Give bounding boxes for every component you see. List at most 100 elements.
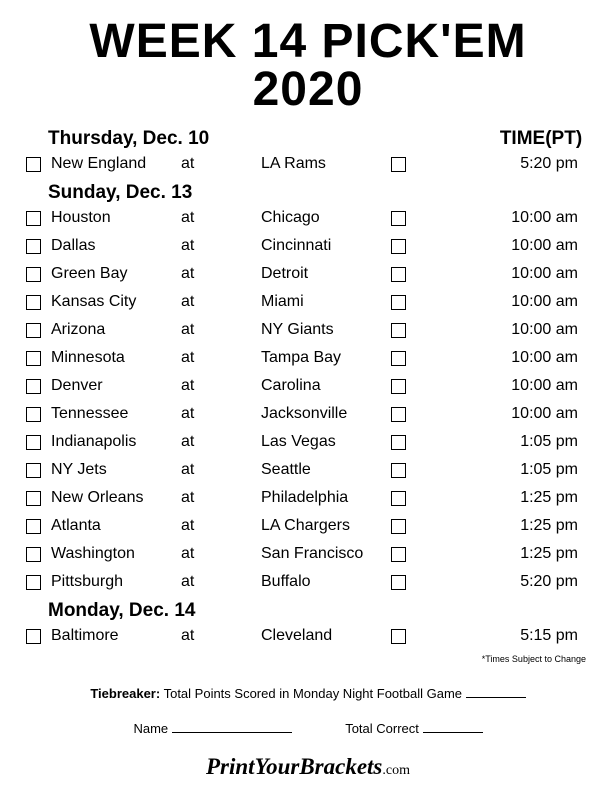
away-pick-checkbox[interactable] bbox=[26, 267, 41, 282]
home-team: NY Giants bbox=[261, 321, 391, 339]
away-pick-checkbox[interactable] bbox=[26, 351, 41, 366]
home-pick-checkbox[interactable] bbox=[391, 239, 406, 254]
home-team: Miami bbox=[261, 293, 391, 311]
away-pick-checkbox[interactable] bbox=[26, 491, 41, 506]
home-pick-checkbox[interactable] bbox=[391, 407, 406, 422]
title-line-1: WEEK 14 PICK'EM bbox=[20, 18, 596, 66]
away-team: New England bbox=[51, 155, 181, 173]
away-pick-checkbox[interactable] bbox=[26, 157, 41, 172]
home-team: Detroit bbox=[261, 265, 391, 283]
away-team: Dallas bbox=[51, 237, 181, 255]
at-label: at bbox=[181, 293, 261, 311]
footer-bold: PrintYourBrackets bbox=[206, 754, 382, 779]
name-input-line[interactable] bbox=[172, 732, 292, 733]
game-row: TennesseeatJacksonville10:00 am bbox=[20, 400, 596, 428]
at-label: at bbox=[181, 155, 261, 173]
time-heading: TIME(PT) bbox=[486, 128, 596, 150]
away-team: Washington bbox=[51, 545, 181, 563]
game-row: DallasatCincinnati10:00 am bbox=[20, 232, 596, 260]
game-time: 1:25 pm bbox=[486, 489, 596, 507]
game-time: 1:05 pm bbox=[486, 461, 596, 479]
home-pick-checkbox[interactable] bbox=[391, 323, 406, 338]
away-pick-checkbox[interactable] bbox=[26, 629, 41, 644]
away-team: Baltimore bbox=[51, 627, 181, 645]
away-pick-checkbox[interactable] bbox=[26, 239, 41, 254]
away-team: Denver bbox=[51, 377, 181, 395]
home-pick-checkbox[interactable] bbox=[391, 519, 406, 534]
away-team: Houston bbox=[51, 209, 181, 227]
game-time: 1:05 pm bbox=[486, 433, 596, 451]
home-pick-checkbox[interactable] bbox=[391, 491, 406, 506]
away-team: Pittsburgh bbox=[51, 573, 181, 591]
away-pick-checkbox[interactable] bbox=[26, 211, 41, 226]
at-label: at bbox=[181, 237, 261, 255]
away-pick-checkbox[interactable] bbox=[26, 295, 41, 310]
game-row: Green BayatDetroit10:00 am bbox=[20, 260, 596, 288]
tiebreaker-row: Tiebreaker: Total Points Scored in Monda… bbox=[20, 686, 596, 701]
home-pick-checkbox[interactable] bbox=[391, 435, 406, 450]
away-pick-checkbox[interactable] bbox=[26, 519, 41, 534]
home-team: Tampa Bay bbox=[261, 349, 391, 367]
home-pick-checkbox[interactable] bbox=[391, 379, 406, 394]
name-correct-row: Name Total Correct bbox=[20, 721, 596, 736]
name-label: Name bbox=[133, 721, 168, 736]
away-pick-checkbox[interactable] bbox=[26, 323, 41, 338]
at-label: at bbox=[181, 377, 261, 395]
away-team: New Orleans bbox=[51, 489, 181, 507]
game-row: AtlantaatLA Chargers1:25 pm bbox=[20, 512, 596, 540]
at-label: at bbox=[181, 573, 261, 591]
away-pick-checkbox[interactable] bbox=[26, 379, 41, 394]
footer-com: .com bbox=[382, 763, 410, 778]
game-time: 10:00 am bbox=[486, 321, 596, 339]
away-pick-checkbox[interactable] bbox=[26, 575, 41, 590]
home-team: Buffalo bbox=[261, 573, 391, 591]
game-row: NY JetsatSeattle1:05 pm bbox=[20, 456, 596, 484]
game-row: DenveratCarolina10:00 am bbox=[20, 372, 596, 400]
away-team: Kansas City bbox=[51, 293, 181, 311]
away-pick-checkbox[interactable] bbox=[26, 435, 41, 450]
game-time: 1:25 pm bbox=[486, 545, 596, 563]
home-pick-checkbox[interactable] bbox=[391, 157, 406, 172]
game-row: MinnesotaatTampa Bay10:00 am bbox=[20, 344, 596, 372]
game-time: 5:15 pm bbox=[486, 627, 596, 645]
home-pick-checkbox[interactable] bbox=[391, 267, 406, 282]
home-pick-checkbox[interactable] bbox=[391, 351, 406, 366]
home-team: Philadelphia bbox=[261, 489, 391, 507]
away-team: Atlanta bbox=[51, 517, 181, 535]
home-team: LA Rams bbox=[261, 155, 391, 173]
at-label: at bbox=[181, 627, 261, 645]
home-pick-checkbox[interactable] bbox=[391, 211, 406, 226]
title-line-2: 2020 bbox=[20, 66, 596, 114]
total-correct-input-line[interactable] bbox=[423, 732, 483, 733]
game-row: New OrleansatPhiladelphia 1:25 pm bbox=[20, 484, 596, 512]
home-pick-checkbox[interactable] bbox=[391, 463, 406, 478]
home-pick-checkbox[interactable] bbox=[391, 575, 406, 590]
home-pick-checkbox[interactable] bbox=[391, 295, 406, 310]
page-title: WEEK 14 PICK'EM 2020 bbox=[20, 18, 596, 114]
game-row: PittsburghatBuffalo 5:20 pm bbox=[20, 568, 596, 596]
game-row: New EnglandatLA Rams 5:20 pm bbox=[20, 150, 596, 178]
away-pick-checkbox[interactable] bbox=[26, 407, 41, 422]
game-time: 5:20 pm bbox=[486, 155, 596, 173]
home-pick-checkbox[interactable] bbox=[391, 629, 406, 644]
home-pick-checkbox[interactable] bbox=[391, 547, 406, 562]
at-label: at bbox=[181, 349, 261, 367]
game-row: Kansas CityatMiami10:00 am bbox=[20, 288, 596, 316]
home-team: Chicago bbox=[261, 209, 391, 227]
away-pick-checkbox[interactable] bbox=[26, 547, 41, 562]
at-label: at bbox=[181, 209, 261, 227]
home-team: Cincinnati bbox=[261, 237, 391, 255]
tiebreaker-input-line[interactable] bbox=[466, 697, 526, 698]
away-pick-checkbox[interactable] bbox=[26, 463, 41, 478]
game-time: 10:00 am bbox=[486, 377, 596, 395]
game-row: BaltimoreatCleveland 5:15 pm bbox=[20, 622, 596, 650]
footer-brand: PrintYourBrackets.com bbox=[20, 754, 596, 780]
at-label: at bbox=[181, 405, 261, 423]
game-time: 10:00 am bbox=[486, 405, 596, 423]
away-team: Indianapolis bbox=[51, 433, 181, 451]
at-label: at bbox=[181, 489, 261, 507]
game-time: 5:20 pm bbox=[486, 573, 596, 591]
home-team: Cleveland bbox=[261, 627, 391, 645]
header-row: Thursday, Dec. 10 TIME(PT) bbox=[20, 128, 596, 150]
day-heading-2: Monday, Dec. 14 bbox=[20, 600, 596, 622]
